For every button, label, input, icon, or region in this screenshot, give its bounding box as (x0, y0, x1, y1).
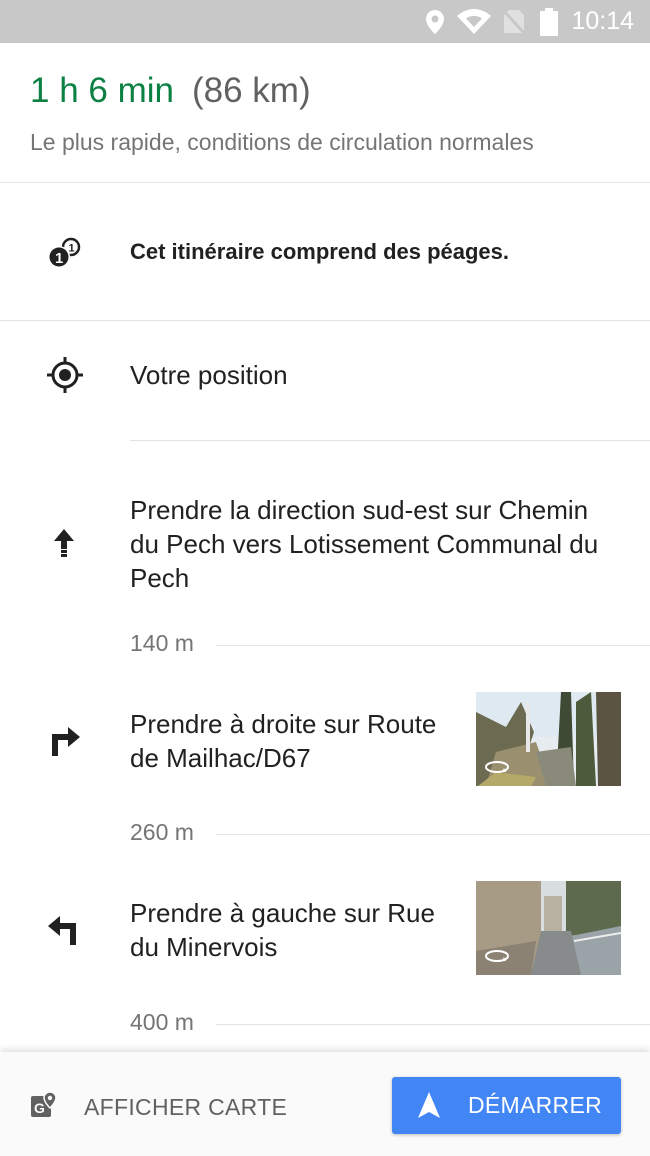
route-duration: 1 h 6 min (30, 71, 174, 110)
my-location-icon (46, 356, 84, 394)
step-distance: 260 m (130, 819, 194, 845)
direction-step[interactable]: Prendre à droite sur Route de Mailhac/D6… (0, 662, 650, 816)
rotate-360-icon (482, 947, 512, 965)
location-icon (424, 0, 446, 43)
street-view-thumbnail[interactable] (476, 881, 621, 975)
step-distance-row: 260 m (0, 815, 650, 851)
toll-notice-text: Cet itinéraire comprend des péages. (130, 239, 510, 264)
step-instruction: Prendre à droite sur Route de Mailhac/D6… (130, 709, 437, 773)
direction-step[interactable]: Prendre à gauche sur Rue du Minervois (0, 851, 650, 1005)
divider (216, 834, 650, 835)
step-distance-row: 400 m (0, 1005, 650, 1041)
wifi-icon (456, 0, 492, 43)
step-instruction: Prendre à gauche sur Rue du Minervois (130, 898, 435, 962)
origin-row[interactable]: Votre position (0, 321, 650, 441)
route-distance: (86 km) (192, 71, 311, 110)
map-icon: G (30, 1090, 58, 1124)
turn-right-icon (44, 720, 84, 760)
start-navigation-button[interactable]: DÉMARRER (392, 1077, 621, 1134)
step-instruction: Prendre la direction sud-est sur Chemin … (130, 495, 599, 593)
divider (216, 645, 650, 646)
no-sim-icon (502, 0, 526, 43)
step-distance-row: 140 m (0, 626, 650, 662)
svg-text:G: G (34, 1100, 45, 1116)
status-bar: 10:14 (0, 0, 650, 43)
show-map-label: AFFICHER CARTE (84, 1093, 288, 1120)
navigation-arrow-icon (418, 1092, 440, 1123)
toll-icon: 1 1 (44, 235, 86, 271)
origin-label: Votre position (130, 360, 288, 390)
direction-step[interactable]: Prendre la direction sud-est sur Chemin … (0, 441, 650, 624)
bottom-action-bar: G AFFICHER CARTE DÉMARRER (0, 1052, 650, 1156)
battery-icon (538, 0, 560, 43)
street-view-thumbnail[interactable] (476, 692, 621, 786)
divider (216, 1024, 650, 1025)
toll-notice: 1 1 Cet itinéraire comprend des péages. (0, 183, 650, 321)
step-distance: 140 m (130, 630, 194, 656)
status-time: 10:14 (571, 7, 634, 35)
route-summary: 1 h 6 min (86 km) Le plus rapide, condit… (0, 43, 650, 183)
straight-arrow-icon (44, 523, 84, 563)
svg-text:1: 1 (55, 250, 63, 267)
svg-text:1: 1 (69, 243, 75, 255)
step-distance: 400 m (130, 1009, 194, 1035)
turn-left-icon (44, 909, 84, 949)
start-navigation-label: DÉMARRER (468, 1092, 603, 1118)
route-subtitle: Le plus rapide, conditions de circulatio… (30, 129, 534, 155)
show-map-button[interactable]: G AFFICHER CARTE (30, 1082, 287, 1132)
rotate-360-icon (482, 758, 512, 776)
